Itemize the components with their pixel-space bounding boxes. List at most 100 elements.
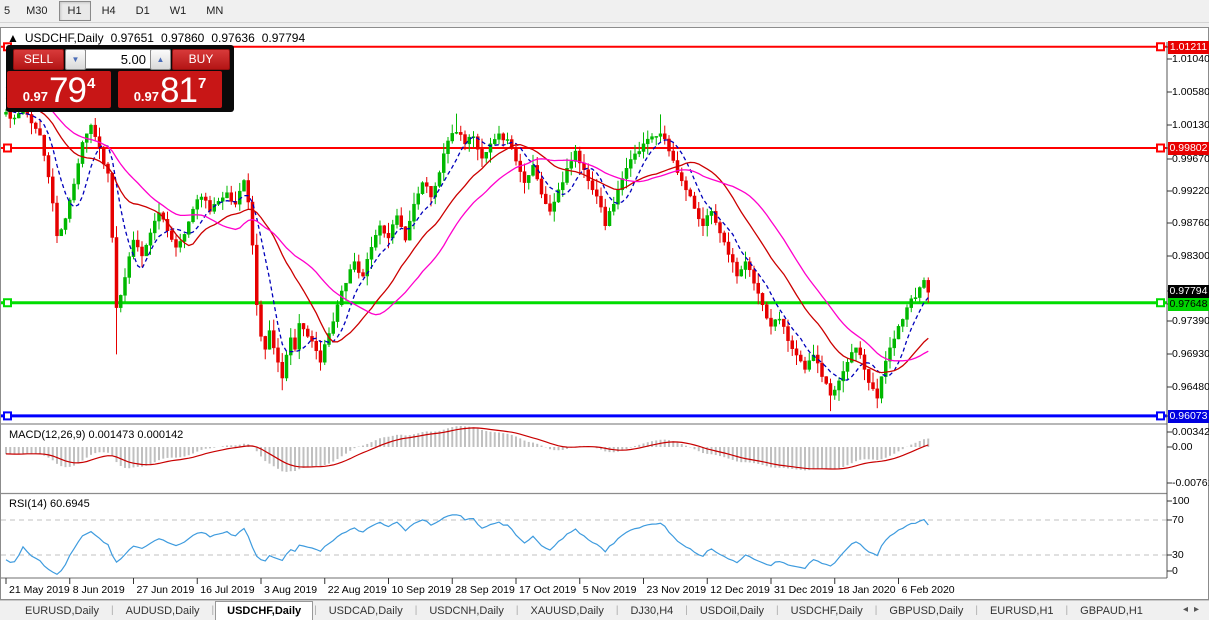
moving-average-19 bbox=[6, 98, 928, 373]
line-handle[interactable] bbox=[4, 412, 11, 419]
axis-label: 100 bbox=[1172, 495, 1190, 507]
buy-price-prefix: 0.97 bbox=[134, 89, 159, 104]
timeframe-button-h1[interactable]: H1 bbox=[59, 1, 91, 21]
chart-tab-audusd-daily-1[interactable]: AUDUSD,Daily bbox=[115, 602, 211, 620]
trade-buttons-row: SELL ▼ ▲ BUY bbox=[6, 49, 234, 69]
axis-label: 0.97390 bbox=[1172, 315, 1209, 327]
axis-label: 0.98760 bbox=[1172, 217, 1209, 229]
axis-label: 17 Oct 2019 bbox=[519, 584, 576, 596]
axis-label: 10 Sep 2019 bbox=[392, 584, 452, 596]
price-tag: 0.96073 bbox=[1168, 410, 1209, 423]
axis-label: 27 Jun 2019 bbox=[137, 584, 195, 596]
buy-button[interactable]: BUY bbox=[172, 49, 230, 70]
volume-increase-button[interactable]: ▲ bbox=[150, 49, 171, 70]
one-click-trading-panel: SELL ▼ ▲ BUY 0.97 79 4 0.97 81 7 bbox=[6, 45, 234, 112]
timeframe-button-w1[interactable]: W1 bbox=[161, 1, 196, 21]
chart-cursor-icon: ▲ bbox=[7, 31, 19, 45]
axis-label: 8 Jun 2019 bbox=[73, 584, 125, 596]
axis-label: 22 Aug 2019 bbox=[328, 584, 387, 596]
timeframe-button-h4[interactable]: H4 bbox=[93, 1, 125, 21]
axis-label: 0.98300 bbox=[1172, 250, 1209, 262]
price-tag: 0.97794 bbox=[1168, 285, 1209, 298]
axis-label: 1.00580 bbox=[1172, 86, 1209, 98]
sell-button[interactable]: SELL bbox=[13, 49, 64, 70]
tab-separator: | bbox=[1066, 605, 1069, 616]
tab-separator: | bbox=[212, 605, 215, 616]
chart-tab-usdoil-daily-7[interactable]: USDOil,Daily bbox=[689, 602, 775, 620]
tab-separator: | bbox=[111, 605, 114, 616]
chart-tab-eurusd-h1-10[interactable]: EURUSD,H1 bbox=[979, 602, 1065, 620]
line-handle[interactable] bbox=[4, 299, 11, 306]
axis-label: 0.00 bbox=[1172, 441, 1192, 453]
axis-label: 6 Feb 2020 bbox=[902, 584, 955, 596]
volume-decrease-button[interactable]: ▼ bbox=[65, 49, 86, 70]
chart-tab-dj30-h4-6[interactable]: DJ30,H4 bbox=[619, 602, 684, 620]
buy-price-pip: 7 bbox=[198, 75, 206, 92]
axis-label: 23 Nov 2019 bbox=[647, 584, 707, 596]
moving-average-30 bbox=[6, 87, 928, 361]
axis-label: -0.007615 bbox=[1172, 477, 1209, 489]
sell-price-pip: 4 bbox=[87, 75, 95, 92]
chart-canvas[interactable] bbox=[1, 28, 1208, 597]
rsi-line bbox=[6, 515, 928, 575]
buy-price-main: 81 bbox=[160, 73, 197, 108]
timeframe-button-m30[interactable]: M30 bbox=[17, 1, 56, 21]
axis-label: 28 Sep 2019 bbox=[455, 584, 515, 596]
chart-tab-usdchf-daily-2[interactable]: USDCHF,Daily bbox=[215, 601, 313, 620]
tab-separator: | bbox=[616, 605, 619, 616]
axis-label: 70 bbox=[1172, 514, 1184, 526]
chart-high-value: 0.97860 bbox=[161, 31, 204, 45]
line-handle[interactable] bbox=[1157, 43, 1164, 50]
chart-tab-usdchf-daily-8[interactable]: USDCHF,Daily bbox=[780, 602, 874, 620]
axis-label: 1.00130 bbox=[1172, 119, 1209, 131]
axis-label: 12 Dec 2019 bbox=[710, 584, 770, 596]
axis-label: 5 Nov 2019 bbox=[583, 584, 637, 596]
sell-price-main: 79 bbox=[49, 73, 86, 108]
price-tag: 1.01211 bbox=[1168, 41, 1209, 54]
mt4-application: 5M30H1H4D1W1MN ▲ USDCHF,Daily 0.97651 0.… bbox=[0, 0, 1209, 620]
price-tag: 0.99802 bbox=[1168, 142, 1209, 155]
chart-close-value: 0.97794 bbox=[262, 31, 305, 45]
macd-indicator-label: MACD(12,26,9) 0.001473 0.000142 bbox=[9, 429, 183, 441]
rsi-pane[interactable] bbox=[1, 515, 1167, 575]
chart-tab-gbpusd-daily-9[interactable]: GBPUSD,Daily bbox=[878, 602, 974, 620]
chart-tab-gbpaud-h1-11[interactable]: GBPAUD,H1 bbox=[1069, 602, 1154, 620]
chart-symbol-title: USDCHF,Daily bbox=[25, 31, 104, 45]
line-handle[interactable] bbox=[1157, 299, 1164, 306]
tab-scroll-arrows[interactable]: ◂▸ bbox=[1183, 604, 1205, 615]
buy-price-display[interactable]: 0.97 81 7 bbox=[118, 71, 222, 108]
chart-tab-usdcad-daily-3[interactable]: USDCAD,Daily bbox=[318, 602, 414, 620]
axis-label: 1.01040 bbox=[1172, 53, 1209, 65]
timeframe-toolbar: 5M30H1H4D1W1MN bbox=[0, 0, 1209, 23]
axis-label: 0.96480 bbox=[1172, 381, 1209, 393]
chart-tab-xauusd-daily-5[interactable]: XAUUSD,Daily bbox=[519, 602, 614, 620]
moving-average-7 bbox=[6, 109, 928, 381]
timeframe-button-5[interactable]: 5 bbox=[1, 1, 15, 21]
tab-separator: | bbox=[314, 605, 317, 616]
line-handle[interactable] bbox=[1157, 412, 1164, 419]
chart-tab-usdcnh-daily-4[interactable]: USDCNH,Daily bbox=[418, 602, 515, 620]
axis-label: 0 bbox=[1172, 565, 1178, 577]
tab-separator: | bbox=[415, 605, 418, 616]
sell-price-prefix: 0.97 bbox=[23, 89, 48, 104]
sell-price-display[interactable]: 0.97 79 4 bbox=[7, 71, 111, 108]
axis-label: 0.003428 bbox=[1172, 426, 1209, 438]
timeframe-button-d1[interactable]: D1 bbox=[127, 1, 159, 21]
axis-label: 31 Dec 2019 bbox=[774, 584, 834, 596]
chart-title-row: ▲ USDCHF,Daily 0.97651 0.97860 0.97636 0… bbox=[7, 31, 305, 44]
axis-label: 30 bbox=[1172, 549, 1184, 561]
tab-separator: | bbox=[516, 605, 519, 616]
volume-input[interactable] bbox=[85, 49, 152, 69]
price-tag: 0.97648 bbox=[1168, 298, 1209, 311]
tab-separator: | bbox=[685, 605, 688, 616]
axis-label: 21 May 2019 bbox=[9, 584, 70, 596]
chart-window: ▲ USDCHF,Daily 0.97651 0.97860 0.97636 0… bbox=[0, 27, 1209, 600]
line-handle[interactable] bbox=[4, 145, 11, 152]
timeframe-button-mn[interactable]: MN bbox=[197, 1, 232, 21]
chart-tab-eurusd-daily-0[interactable]: EURUSD,Daily bbox=[14, 602, 110, 620]
line-handle[interactable] bbox=[1157, 145, 1164, 152]
axis-label: 18 Jan 2020 bbox=[838, 584, 896, 596]
axis-label: 16 Jul 2019 bbox=[200, 584, 254, 596]
tab-separator: | bbox=[975, 605, 978, 616]
chart-low-value: 0.97636 bbox=[211, 31, 254, 45]
